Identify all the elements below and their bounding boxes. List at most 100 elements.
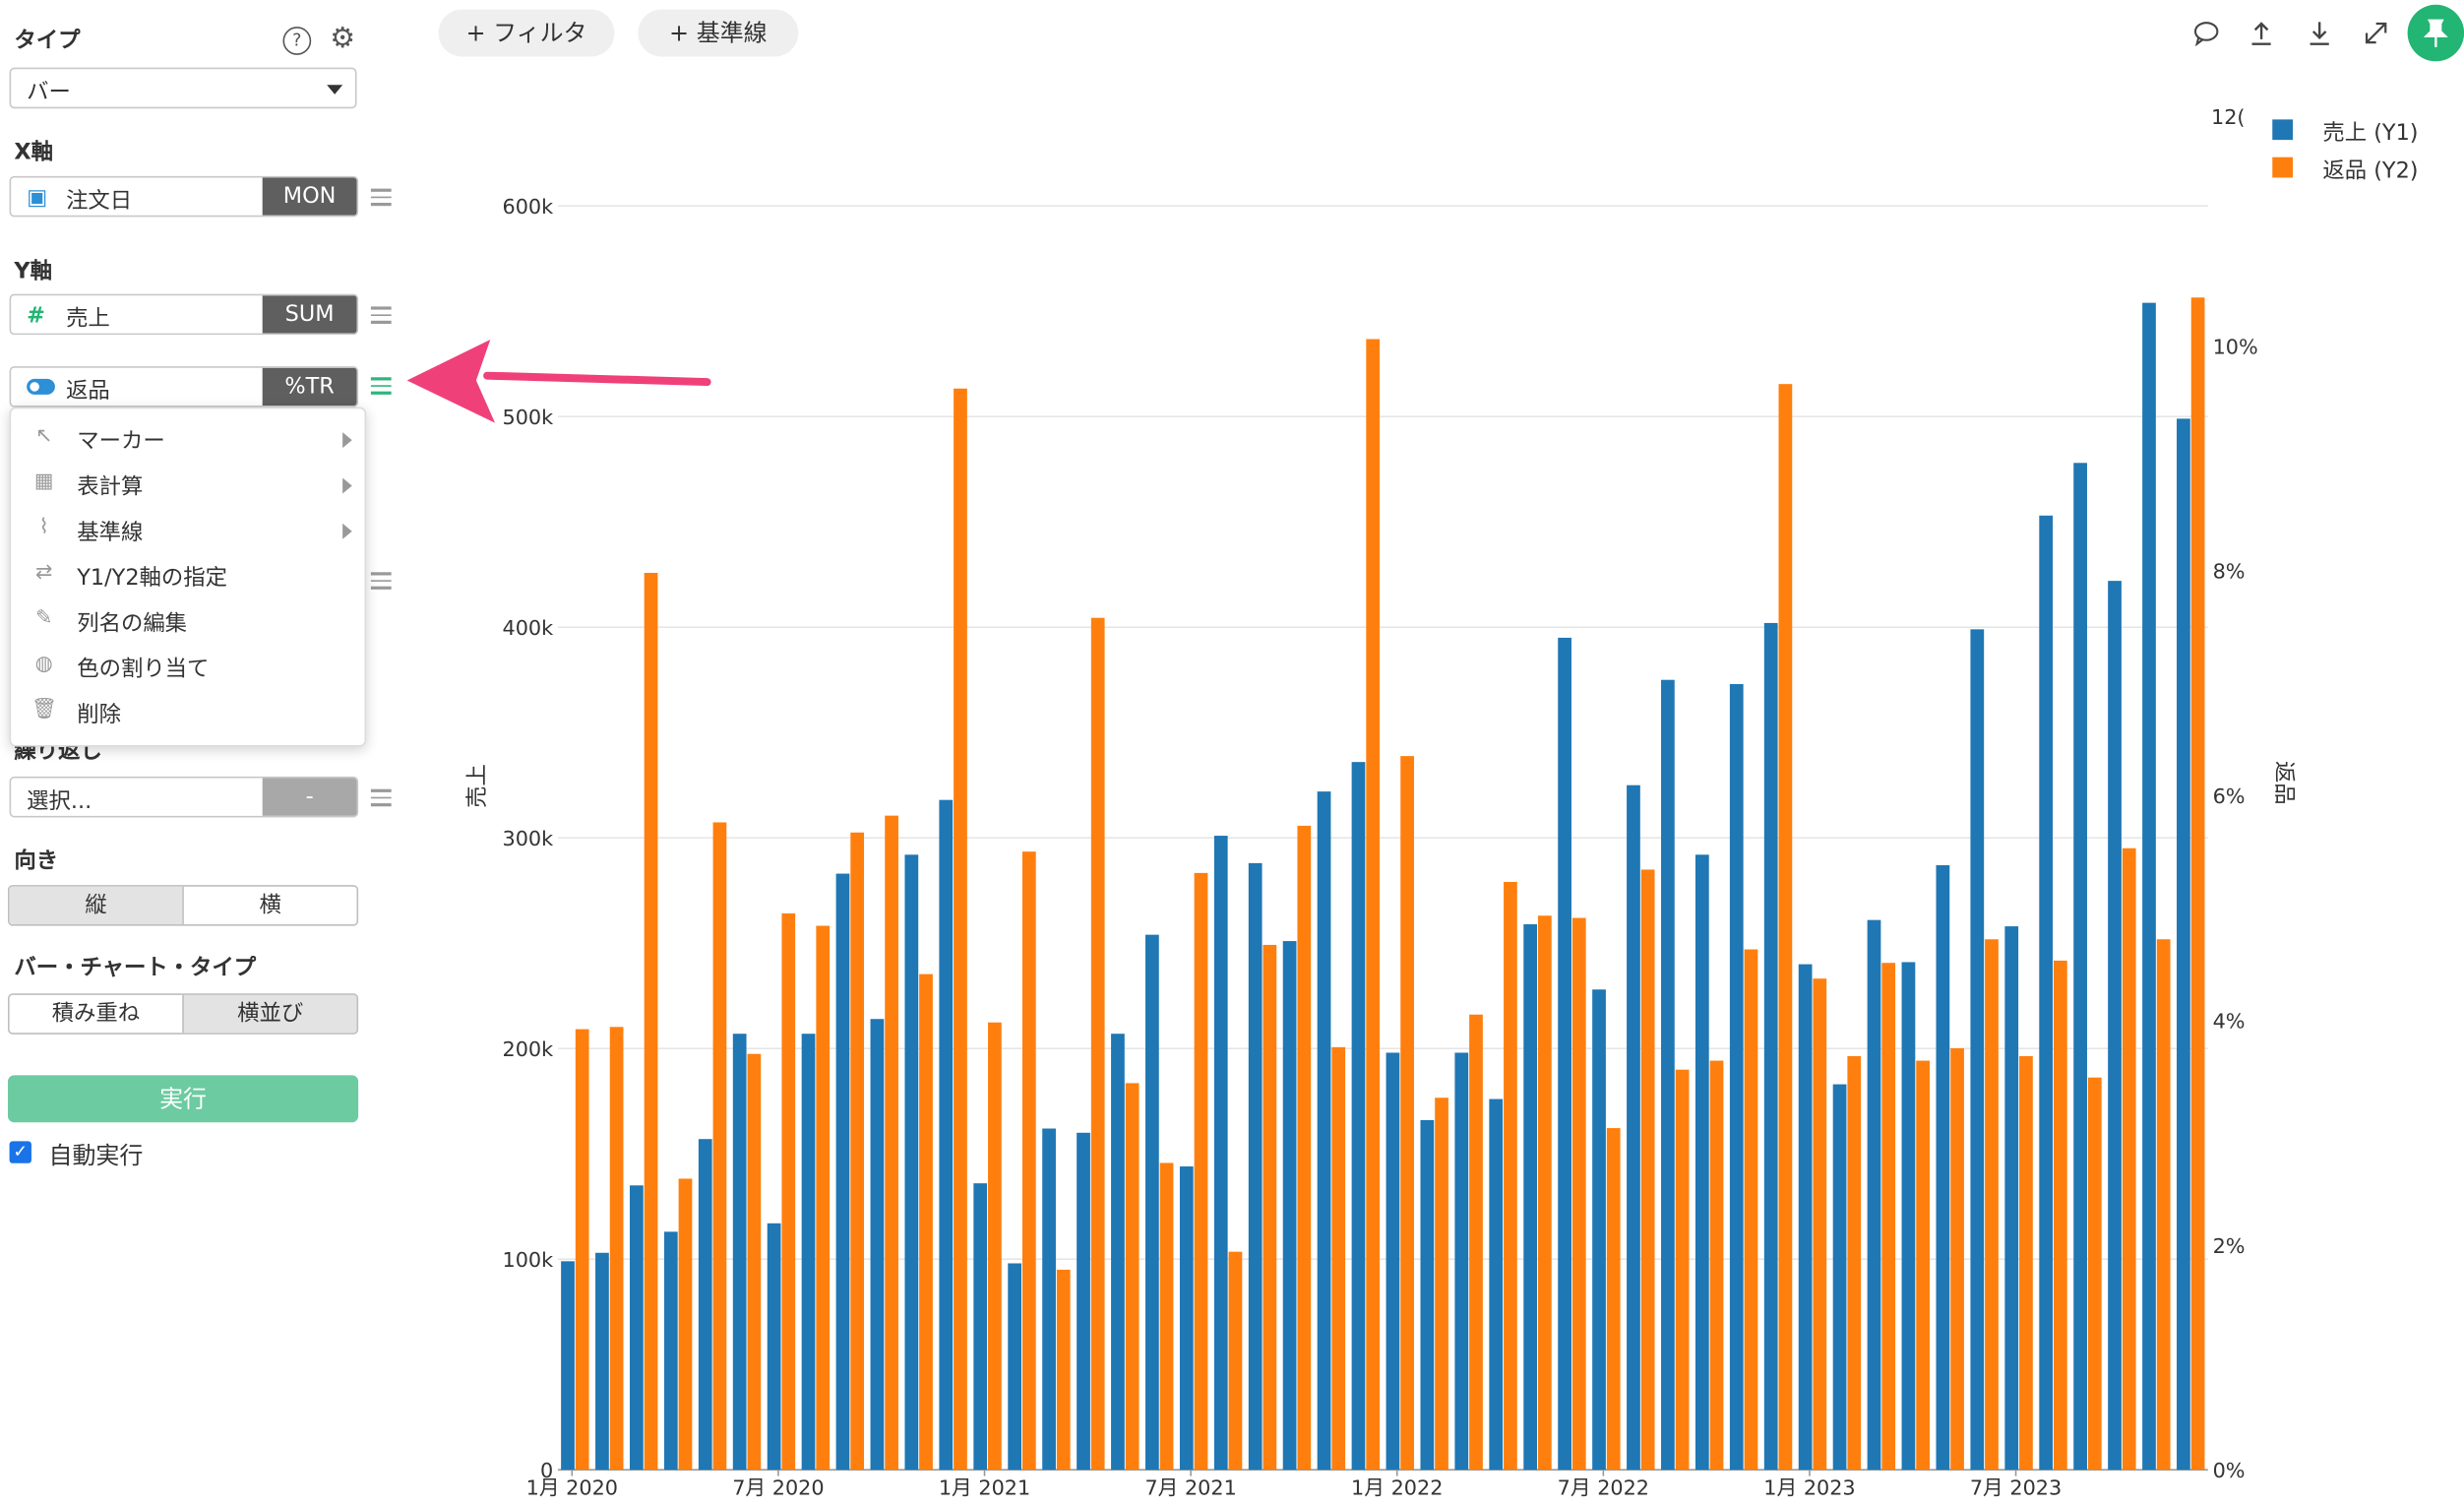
bar-sales (2004, 926, 2019, 1471)
bar-returns (1813, 978, 1827, 1471)
bar-returns (781, 912, 796, 1471)
y2-tick-label: 0% (2213, 1459, 2246, 1482)
bar-sales (1213, 836, 1228, 1471)
bar-chart: 0100k200k300k400k500k600k0%2%4%6%8%10%1月… (464, 195, 2297, 1500)
bar-sales (663, 1231, 678, 1471)
x-tick-label: 7月 2021 (1144, 1476, 1236, 1500)
page: タイプ ? ⚙ バー X軸 ▣ 注文日 MON Y軸 # 売上 SUM 返品 %… (0, 0, 2464, 1506)
bar-sales (1558, 637, 1571, 1471)
y-axis-title: 売上 (464, 764, 490, 808)
bar-returns (2019, 1055, 2033, 1471)
y2-tick-label: 2% (2213, 1234, 2246, 1258)
bar-sales (1627, 784, 1640, 1471)
bar-returns (2156, 939, 2171, 1471)
x-tick-label: 1月 2021 (939, 1476, 1030, 1500)
bar-returns (1159, 1162, 1174, 1471)
x-tick-label: 7月 2022 (1558, 1476, 1649, 1500)
bar-sales (835, 873, 850, 1471)
bar-returns (1263, 944, 1277, 1471)
x-tick-label: 1月 2022 (1351, 1476, 1443, 1500)
bar-returns (1881, 963, 1896, 1471)
bar-returns (747, 1053, 762, 1471)
x-tick-label: 7月 2020 (732, 1476, 824, 1500)
bar-sales (2142, 302, 2156, 1471)
bar-returns (816, 925, 831, 1471)
y-tick-label: 100k (503, 1248, 554, 1272)
bar-sales (1317, 791, 1331, 1471)
bar-sales (1386, 1052, 1400, 1471)
bar-returns (1435, 1098, 1448, 1471)
bar-sales (1832, 1084, 1847, 1471)
bar-returns (919, 973, 933, 1471)
bar-sales (2073, 463, 2087, 1471)
bar-sales (732, 1034, 747, 1471)
x-tick-label: 7月 2023 (1970, 1476, 2062, 1500)
y-tick-label: 200k (503, 1037, 554, 1061)
bar-sales (1798, 964, 1813, 1471)
y2-tick-label: 6% (2213, 784, 2246, 808)
bar-sales (1282, 941, 1297, 1471)
bar-sales (2177, 418, 2190, 1471)
x-tick-label: 1月 2023 (1763, 1476, 1855, 1500)
bar-returns (1504, 882, 1517, 1471)
bar-returns (2190, 297, 2205, 1471)
bar-sales (1867, 919, 1881, 1471)
bar-sales (561, 1261, 575, 1471)
y2-tick-label: 4% (2213, 1009, 2246, 1033)
bar-returns (575, 1029, 589, 1471)
bar-sales (1661, 679, 1675, 1471)
bar-sales (1008, 1263, 1022, 1471)
bar-sales (1111, 1034, 1125, 1471)
bar-sales (698, 1139, 712, 1471)
bar-returns (1537, 915, 1552, 1471)
bar-sales (1077, 1132, 1090, 1471)
bar-sales (1351, 762, 1366, 1471)
bar-sales (1694, 854, 1709, 1471)
bar-sales (1729, 683, 1744, 1471)
bar-returns (1985, 939, 1999, 1471)
bar-sales (1420, 1119, 1435, 1471)
bar-returns (1469, 1014, 1483, 1471)
bar-returns (1125, 1083, 1140, 1471)
bar-sales (973, 1183, 988, 1471)
bar-returns (1297, 825, 1312, 1471)
bar-sales (1936, 865, 1950, 1471)
bar-sales (870, 1019, 885, 1471)
bar-returns (1606, 1128, 1621, 1471)
bar-returns (954, 388, 967, 1471)
bar-returns (609, 1027, 624, 1471)
y-tick-label: 500k (503, 406, 554, 429)
bar-sales (1489, 1098, 1504, 1471)
bar-returns (1194, 872, 1208, 1471)
bar-returns (1778, 384, 1793, 1471)
bar-returns (1675, 1069, 1690, 1471)
x-tick-label: 1月 2020 (526, 1476, 618, 1500)
bar-sales (1901, 962, 1916, 1471)
bar-sales (1248, 862, 1263, 1471)
bar-sales (939, 799, 954, 1471)
bar-returns (1571, 917, 1586, 1471)
bar-returns (1950, 1047, 1964, 1471)
bar-returns (1400, 756, 1414, 1471)
bar-returns (1090, 617, 1105, 1471)
bar-returns (1847, 1055, 1862, 1471)
bar-sales (2039, 515, 2054, 1471)
bar-returns (2087, 1077, 2102, 1471)
bar-returns (1021, 851, 1036, 1471)
bar-sales (1523, 923, 1538, 1471)
bar-returns (885, 815, 898, 1471)
y2-tick-label: 8% (2213, 560, 2246, 584)
bar-sales (1763, 622, 1778, 1471)
bar-returns (1916, 1060, 1930, 1471)
bar-returns (1228, 1251, 1243, 1471)
bar-returns (1709, 1060, 1724, 1471)
bar-returns (1744, 949, 1758, 1471)
bar-sales (801, 1034, 816, 1471)
bar-returns (988, 1022, 1002, 1471)
y2-axis-title: 返品 (2271, 761, 2297, 805)
y-tick-label: 400k (503, 616, 554, 640)
bar-returns (1331, 1046, 1346, 1471)
bar-sales (904, 854, 919, 1471)
bar-returns (2122, 847, 2136, 1471)
bar-sales (1145, 934, 1159, 1471)
